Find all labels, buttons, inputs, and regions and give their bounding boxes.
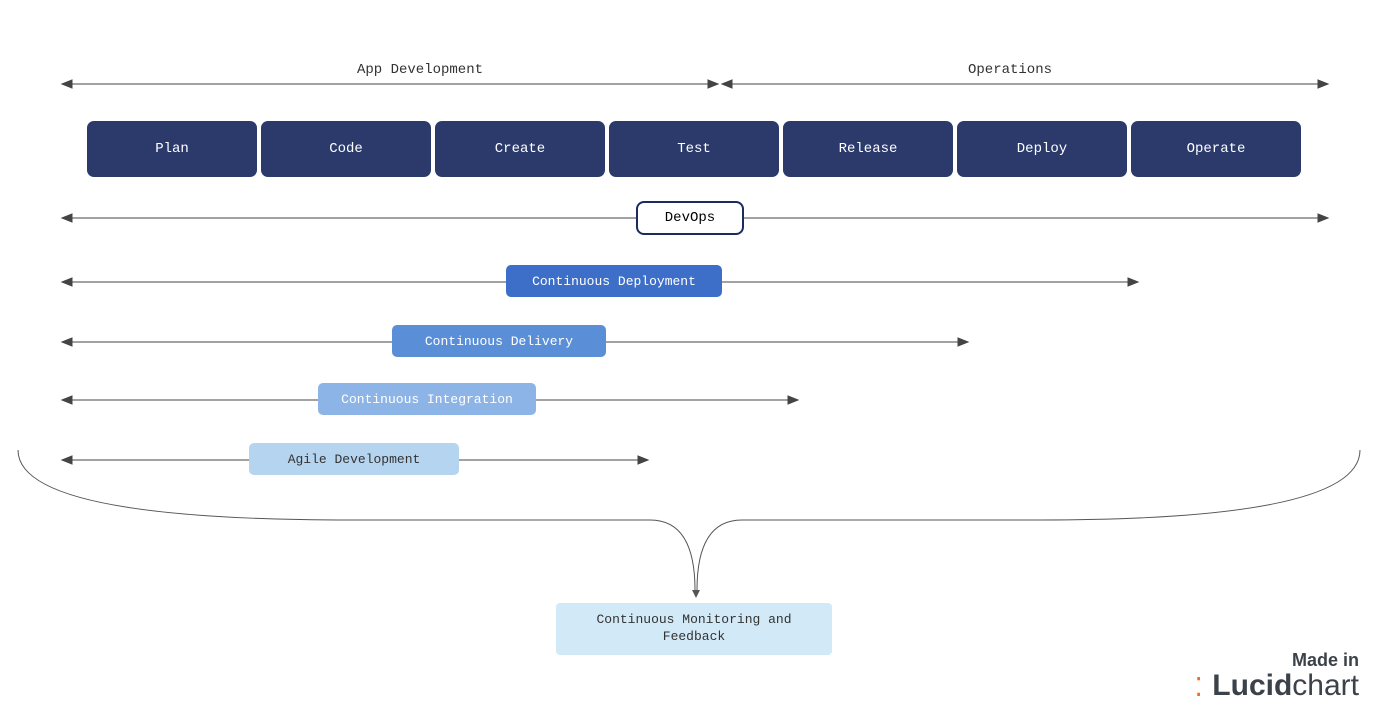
phase-test: Test (609, 121, 779, 177)
brand-name: ⁚ Lucidchart (1194, 669, 1359, 703)
phase-plan: Plan (87, 121, 257, 177)
made-in-label: Made in (1194, 650, 1359, 671)
devops-label: DevOps (636, 201, 744, 235)
phase-release: Release (783, 121, 953, 177)
phase-code: Code (261, 121, 431, 177)
header-arrows (60, 78, 1340, 98)
header-app-dev-label: App Development (280, 62, 560, 78)
header-operations-label: Operations (870, 62, 1150, 78)
continuous-integration-label: Continuous Integration (318, 383, 536, 415)
diagram-canvas: App Development Operations Plan Code Cre… (0, 0, 1389, 721)
continuous-monitoring-label: Continuous Monitoring and Feedback (584, 612, 804, 646)
brace-connector (10, 420, 1380, 620)
brand-bold: Lucid (1212, 669, 1292, 702)
lucidchart-logo-icon: ⁚ (1194, 672, 1204, 702)
continuous-deployment-label: Continuous Deployment (506, 265, 722, 297)
lucidchart-branding: Made in ⁚ Lucidchart (1194, 650, 1359, 703)
brand-light: chart (1292, 669, 1359, 702)
continuous-delivery-label: Continuous Delivery (392, 325, 606, 357)
continuous-monitoring-box: Continuous Monitoring and Feedback (556, 603, 832, 655)
phase-operate: Operate (1131, 121, 1301, 177)
phase-create: Create (435, 121, 605, 177)
phase-deploy: Deploy (957, 121, 1127, 177)
